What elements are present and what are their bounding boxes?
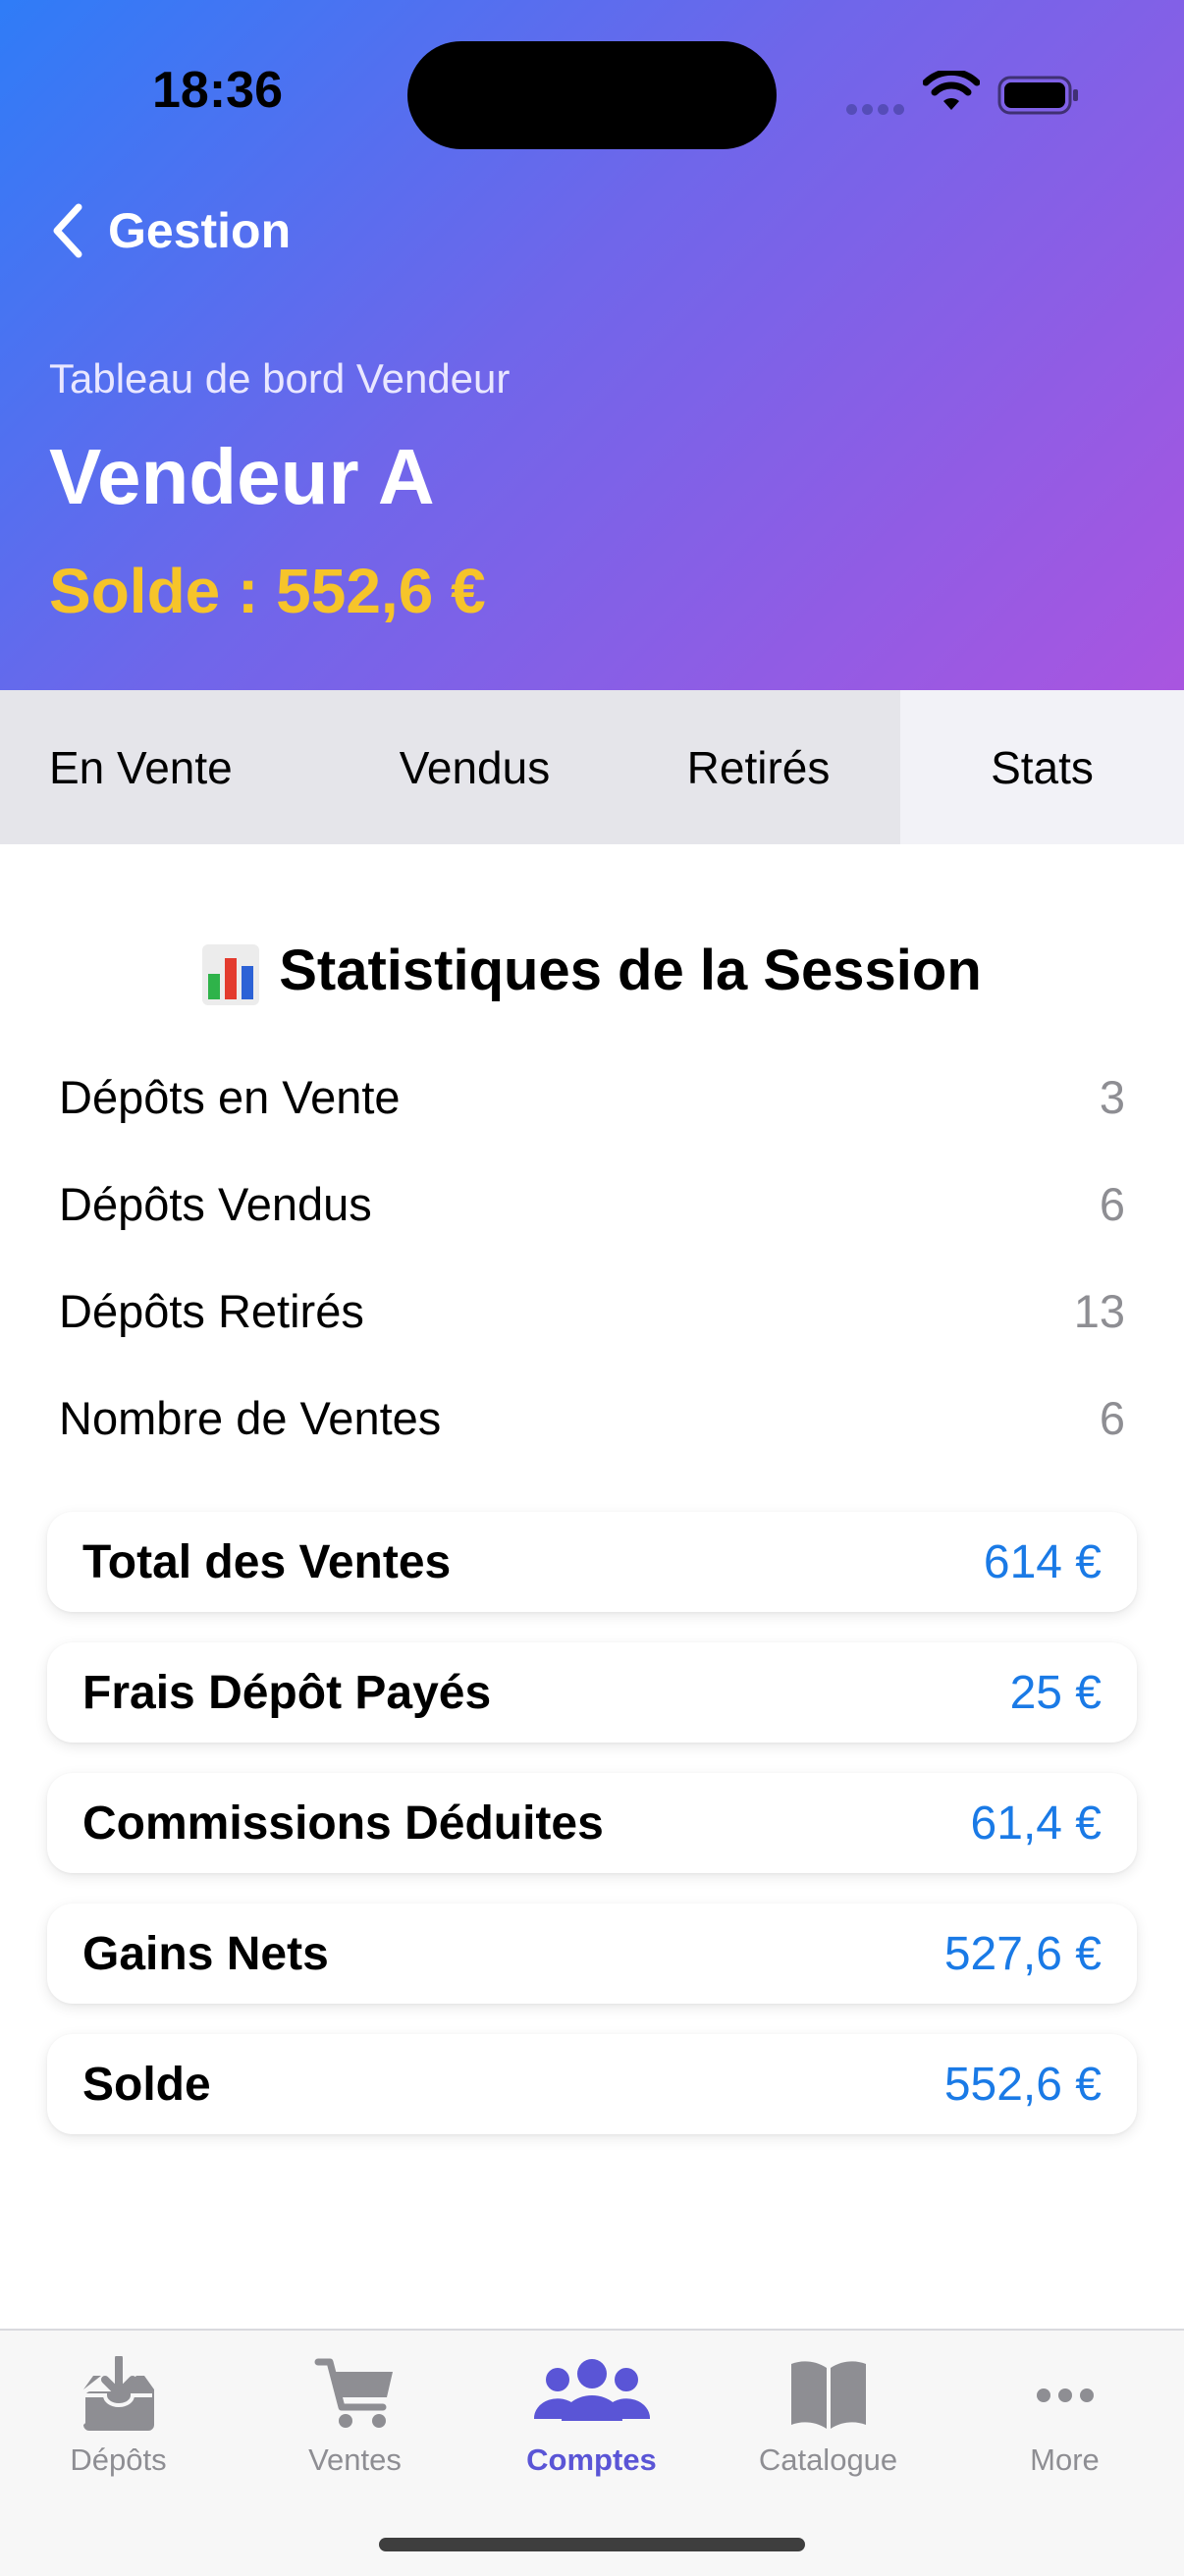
tabbar-label: Comptes bbox=[526, 2442, 657, 2477]
stat-value: 3 bbox=[1099, 1071, 1125, 1123]
tray-download-icon bbox=[82, 2356, 154, 2431]
book-icon bbox=[790, 2361, 866, 2429]
stats-title: Statistiques de la Session bbox=[279, 939, 982, 1002]
card-label: Commissions Déduites bbox=[82, 1797, 604, 1850]
tab-retires[interactable]: Retirés bbox=[617, 690, 900, 844]
back-label: Gestion bbox=[108, 203, 292, 258]
stat-value: 6 bbox=[1099, 1178, 1125, 1230]
card-commissions-deduites: Commissions Déduites 61,4 € bbox=[47, 1773, 1137, 1873]
tab-stats[interactable]: Stats bbox=[900, 690, 1184, 844]
segment-control: En Vente Vendus Retirés Stats bbox=[0, 690, 1184, 844]
card-solde: Solde 552,6 € bbox=[47, 2034, 1137, 2134]
card-frais-depot-payes: Frais Dépôt Payés 25 € bbox=[47, 1642, 1137, 1743]
card-amount: 61,4 € bbox=[970, 1797, 1102, 1850]
dynamic-island bbox=[407, 41, 777, 149]
bar-chart-icon bbox=[202, 943, 260, 1005]
card-label: Gains Nets bbox=[82, 1927, 329, 1980]
tabbar-item-more[interactable]: More bbox=[946, 2331, 1183, 2497]
status-time: 18:36 bbox=[152, 62, 283, 119]
stat-row-depots-en-vente: Dépôts en Vente 3 bbox=[59, 1070, 1125, 1124]
stat-row-depots-vendus: Dépôts Vendus 6 bbox=[59, 1177, 1125, 1231]
card-label: Solde bbox=[82, 2058, 211, 2111]
tabbar-item-ventes[interactable]: Ventes bbox=[237, 2331, 473, 2497]
tabbar-label: Ventes bbox=[308, 2442, 402, 2477]
stat-label: Dépôts en Vente bbox=[59, 1071, 401, 1123]
card-label: Frais Dépôt Payés bbox=[82, 1666, 492, 1719]
card-label: Total des Ventes bbox=[82, 1535, 452, 1588]
back-button[interactable]: Gestion bbox=[49, 196, 291, 265]
tab-vendus[interactable]: Vendus bbox=[333, 690, 617, 844]
tabbar-label: More bbox=[1030, 2442, 1100, 2477]
tabbar-item-depots[interactable]: Dépôts bbox=[0, 2331, 237, 2497]
chevron-left-icon bbox=[53, 203, 82, 258]
card-amount: 552,6 € bbox=[943, 2058, 1102, 2111]
stat-row-depots-retires: Dépôts Retirés 13 bbox=[59, 1284, 1125, 1338]
stats-section-title: Statistiques de la Session bbox=[0, 938, 1184, 1005]
balance-summary: Solde : 552,6 € bbox=[49, 556, 486, 626]
card-total-des-ventes: Total des Ventes 614 € bbox=[47, 1512, 1137, 1612]
header: 18:36 Gestion Tableau de bord Vendeur Ve… bbox=[0, 0, 1184, 690]
stat-label: Dépôts Vendus bbox=[59, 1178, 372, 1230]
cellular-signal-icon bbox=[846, 102, 909, 115]
card-amount: 25 € bbox=[1009, 1666, 1102, 1719]
tabbar-item-comptes[interactable]: Comptes bbox=[473, 2331, 710, 2497]
stat-value: 6 bbox=[1099, 1392, 1125, 1444]
battery-icon bbox=[997, 76, 1078, 115]
more-icon bbox=[1036, 2388, 1094, 2402]
tabbar-label: Catalogue bbox=[758, 2442, 898, 2477]
seller-name: Vendeur A bbox=[49, 433, 435, 520]
stat-label: Dépôts Retirés bbox=[59, 1285, 364, 1337]
stat-label: Nombre de Ventes bbox=[59, 1392, 442, 1444]
dashboard-subtitle: Tableau de bord Vendeur bbox=[49, 355, 511, 402]
tab-en-vente[interactable]: En Vente bbox=[0, 690, 333, 844]
card-gains-nets: Gains Nets 527,6 € bbox=[47, 1904, 1137, 2004]
tabbar-label: Dépôts bbox=[70, 2442, 167, 2477]
people-icon bbox=[533, 2359, 650, 2421]
wifi-icon bbox=[923, 71, 980, 110]
tabbar-item-catalogue[interactable]: Catalogue bbox=[710, 2331, 946, 2497]
card-amount: 527,6 € bbox=[943, 1927, 1102, 1980]
cart-icon bbox=[314, 2358, 393, 2428]
card-amount: 614 € bbox=[983, 1535, 1102, 1588]
stat-value: 13 bbox=[1073, 1285, 1125, 1337]
home-indicator bbox=[379, 2538, 805, 2551]
stat-row-nombre-de-ventes: Nombre de Ventes 6 bbox=[59, 1391, 1125, 1445]
